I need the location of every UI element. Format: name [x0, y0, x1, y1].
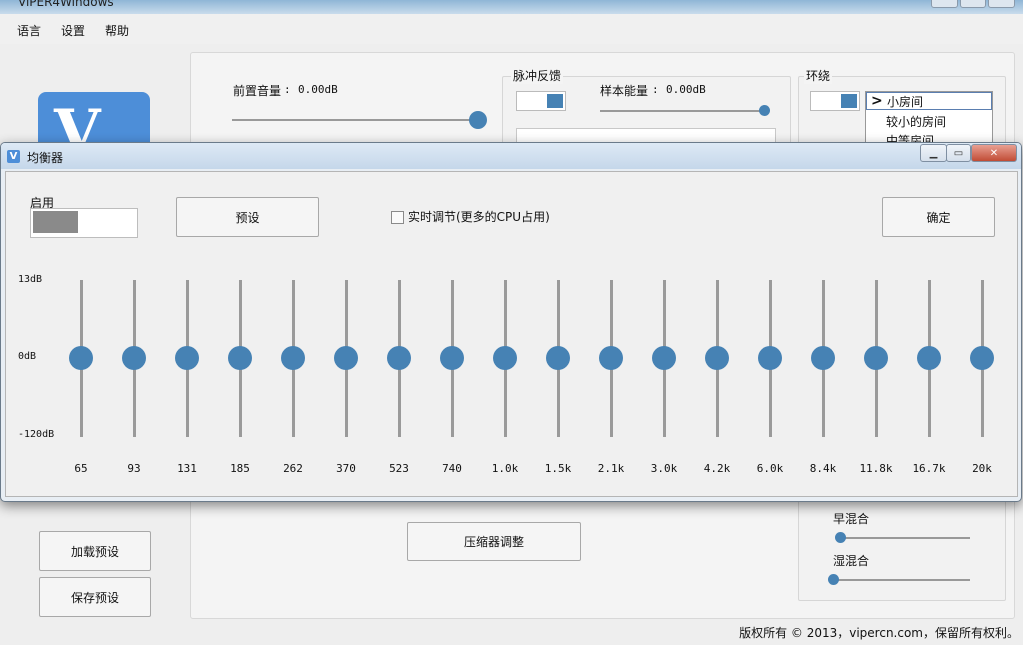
close-button[interactable] [988, 0, 1016, 8]
eq-band-label: 20k [972, 462, 992, 475]
eq-band-thumb[interactable] [599, 346, 623, 370]
eq-band-thumb[interactable] [69, 346, 93, 370]
menu-help[interactable]: 帮助 [105, 22, 129, 39]
app-logo: V [38, 92, 150, 146]
sample-colon: : [652, 83, 659, 96]
sample-energy-track[interactable] [600, 110, 764, 112]
eq-band-label: 65 [74, 462, 88, 475]
eq-title: 均衡器 [27, 151, 64, 165]
eq-app-icon: V [7, 150, 20, 163]
eq-band-label: 1.5k [544, 462, 572, 475]
eq-band-label: 4.2k [703, 462, 731, 475]
eq-band-thumb[interactable] [970, 346, 994, 370]
eq-band-thumb[interactable] [122, 346, 146, 370]
preamp-value: 0.00dB [298, 83, 338, 96]
eq-band-label: 11.8k [859, 462, 893, 475]
eq-band-label: 93 [127, 462, 141, 475]
eq-band-thumb[interactable] [864, 346, 888, 370]
load-preset-button[interactable]: 加载预设 [39, 531, 151, 571]
surround-toggle-knob [841, 94, 857, 108]
logo-v-icon: V [54, 97, 101, 146]
sample-energy-label: 样本能量 [600, 84, 649, 98]
window-title: ViPER4Windows [18, 0, 114, 9]
eq-band-label: 523 [389, 462, 409, 475]
impulse-label-cover: 脉冲反馈 [511, 67, 564, 84]
sample-energy-value: 0.00dB [666, 83, 706, 96]
eq-client: 启用 预设 实时调节(更多的CPU占用) 确定 13dB 0dB -120dB … [5, 171, 1018, 497]
eq-band-thumb[interactable] [440, 346, 464, 370]
preamp-slider-track[interactable] [232, 119, 478, 121]
eq-maximize-button[interactable]: ▭ [946, 144, 971, 162]
menu-language[interactable]: 语言 [17, 22, 41, 39]
wet-mix-track[interactable] [833, 579, 970, 581]
menubar: 语言 设置 帮助 [0, 14, 1023, 44]
chevron-right-icon: > [871, 93, 883, 109]
eq-band-label: 262 [283, 462, 303, 475]
eq-band-label: 370 [336, 462, 356, 475]
eq-band-thumb[interactable] [228, 346, 252, 370]
eq-enable-toggle[interactable] [30, 208, 138, 238]
minimize-button[interactable] [931, 0, 958, 8]
surround-toggle[interactable] [810, 91, 860, 111]
eq-band-label: 2.1k [597, 462, 625, 475]
preamp-label: 前置音量 [233, 84, 282, 98]
copyright-footer: 版权所有 © 2013，vipercn.com，保留所有权利。 [739, 626, 1019, 640]
surround-label: 环绕 [804, 67, 833, 84]
early-mix-track[interactable] [840, 537, 970, 539]
room-list[interactable]: > 小房间 较小的房间 中等房间 [865, 91, 993, 145]
save-preset-button[interactable]: 保存预设 [39, 577, 151, 617]
room-item[interactable]: 较小的房间 [866, 113, 992, 131]
eq-band-label: 740 [442, 462, 462, 475]
eq-preset-button[interactable]: 预设 [176, 197, 319, 237]
wet-mix-label: 湿混合 [833, 554, 870, 568]
eq-band-label: 185 [230, 462, 250, 475]
scale-top-label: 13dB [18, 274, 43, 285]
sample-energy-thumb[interactable] [758, 105, 770, 116]
eq-titlebar: V 均衡器 ▁ ▭ ✕ [1, 143, 1021, 169]
eq-enable-toggle-knob [33, 211, 78, 233]
eq-band-thumb[interactable] [705, 346, 729, 370]
eq-ok-button[interactable]: 确定 [882, 197, 995, 237]
impulse-toggle-knob [547, 94, 563, 108]
early-mix-thumb[interactable] [834, 532, 846, 543]
eq-band-label: 1.0k [491, 462, 519, 475]
eq-band-thumb[interactable] [546, 346, 570, 370]
compressor-button[interactable]: 压缩器调整 [407, 522, 581, 561]
realtime-label: 实时调节(更多的CPU占用) [408, 210, 550, 224]
eq-band-thumb[interactable] [334, 346, 358, 370]
window-controls [931, 0, 1016, 8]
impulse-toggle[interactable] [516, 91, 566, 111]
eq-band-label: 131 [177, 462, 197, 475]
main-titlebar: ViPER4Windows [0, 0, 1023, 14]
realtime-checkbox[interactable] [391, 211, 404, 224]
room-label: 小房间 [887, 95, 924, 109]
eq-minimize-button[interactable]: ▁ [920, 144, 947, 162]
eq-band-thumb[interactable] [758, 346, 782, 370]
eq-band-thumb[interactable] [175, 346, 199, 370]
eq-dialog: V 均衡器 ▁ ▭ ✕ 启用 预设 实时调节(更多的CPU占用) 确定 13dB… [0, 142, 1022, 502]
scale-bottom-label: -120dB [18, 429, 55, 440]
eq-band-label: 8.4k [809, 462, 837, 475]
menu-settings[interactable]: 设置 [61, 22, 85, 39]
maximize-button[interactable] [959, 0, 987, 8]
preamp-colon: : [284, 83, 291, 96]
room-item-selected[interactable]: > 小房间 [866, 92, 992, 110]
eq-band-label: 16.7k [912, 462, 946, 475]
eq-band-label: 6.0k [756, 462, 784, 475]
scale-mid-label: 0dB [18, 351, 37, 362]
eq-band-thumb[interactable] [493, 346, 517, 370]
eq-close-button[interactable]: ✕ [971, 144, 1017, 162]
preamp-slider-thumb[interactable] [469, 111, 487, 129]
early-mix-label: 早混合 [833, 512, 870, 526]
eq-band-thumb[interactable] [281, 346, 305, 370]
eq-band-thumb[interactable] [387, 346, 411, 370]
eq-band-thumb[interactable] [652, 346, 676, 370]
eq-band-thumb[interactable] [811, 346, 835, 370]
eq-band-thumb[interactable] [917, 346, 941, 370]
eq-band-label: 3.0k [650, 462, 678, 475]
wet-mix-thumb[interactable] [827, 574, 839, 585]
